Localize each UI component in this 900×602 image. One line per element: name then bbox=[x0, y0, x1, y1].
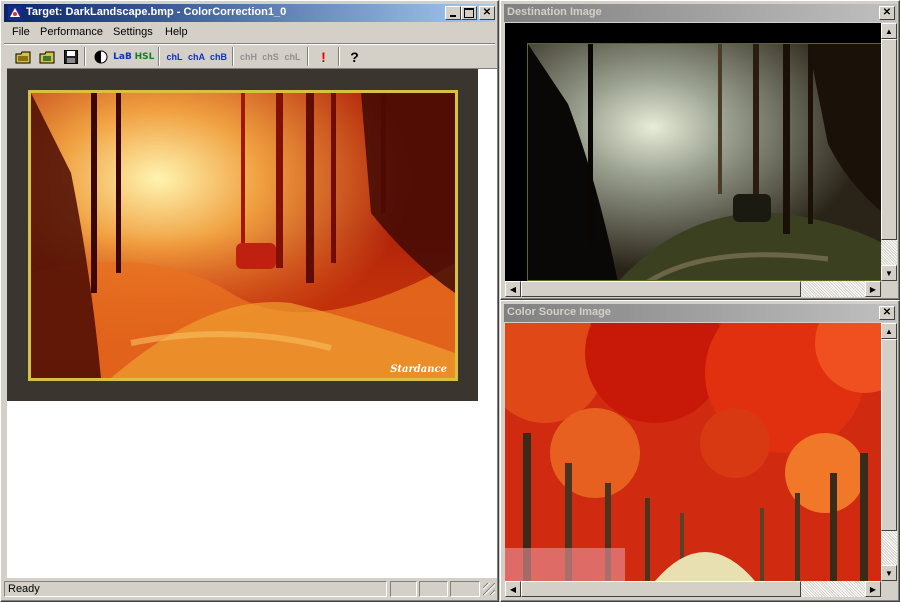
open-image-icon bbox=[39, 51, 54, 63]
forest-landscape-image bbox=[31, 93, 455, 378]
destination-close-button[interactable]: ✕ bbox=[879, 6, 895, 20]
toolbar: LaB HSL chL chA chB chH chS chL ! ? bbox=[4, 43, 495, 67]
scroll-thumb[interactable] bbox=[881, 39, 897, 240]
source-image-area[interactable] bbox=[505, 323, 881, 581]
scroll-right-arrow-icon[interactable]: ▶ bbox=[865, 581, 881, 597]
channel-h-button[interactable]: chH bbox=[238, 46, 259, 67]
scroll-corner bbox=[881, 581, 897, 597]
lab-button[interactable]: LaB bbox=[112, 46, 133, 67]
color-source-window: Color Source Image ✕ ▲ ▼ ◀ ▶ bbox=[500, 300, 900, 602]
scroll-left-arrow-icon[interactable]: ◀ bbox=[505, 581, 521, 597]
dark-forest-image bbox=[528, 44, 881, 280]
status-panel-4 bbox=[450, 581, 480, 597]
main-window: Target: DarkLandscape.bmp - ColorCorrect… bbox=[0, 0, 499, 602]
contrast-button[interactable] bbox=[90, 46, 111, 67]
floppy-disk-icon bbox=[63, 49, 78, 64]
maximize-button[interactable] bbox=[461, 6, 477, 20]
channel-l2-button[interactable]: chL bbox=[282, 46, 303, 67]
save-button[interactable] bbox=[60, 46, 81, 67]
app-icon[interactable] bbox=[7, 5, 23, 21]
scroll-down-arrow-icon[interactable]: ▼ bbox=[881, 265, 897, 281]
maximize-icon bbox=[464, 8, 474, 18]
scroll-left-arrow-icon[interactable]: ◀ bbox=[505, 281, 521, 297]
scroll-up-arrow-icon[interactable]: ▲ bbox=[881, 323, 897, 339]
toolbar-separator bbox=[84, 47, 86, 66]
scroll-thumb[interactable] bbox=[521, 281, 801, 297]
menu-file[interactable]: File bbox=[7, 23, 35, 41]
help-button[interactable]: ? bbox=[344, 46, 365, 67]
menu-bar: File Performance Settings Help bbox=[4, 23, 495, 42]
close-button[interactable]: ✕ bbox=[479, 6, 495, 20]
execute-button[interactable]: ! bbox=[313, 46, 334, 67]
watermark-text: Stardance bbox=[390, 364, 447, 375]
close-icon: ✕ bbox=[882, 7, 892, 18]
destination-horizontal-scrollbar[interactable]: ◀ ▶ bbox=[505, 281, 881, 297]
toolbar-separator bbox=[307, 47, 309, 66]
scroll-up-arrow-icon[interactable]: ▲ bbox=[881, 23, 897, 39]
minimize-icon bbox=[450, 15, 456, 17]
scroll-thumb[interactable] bbox=[881, 339, 897, 531]
status-text: Ready bbox=[8, 583, 40, 595]
destination-title: Destination Image bbox=[507, 6, 602, 18]
autumn-trees-image bbox=[505, 323, 881, 581]
close-icon: ✕ bbox=[482, 7, 492, 18]
destination-vertical-scrollbar[interactable]: ▲ ▼ bbox=[881, 23, 897, 281]
status-panel-main: Ready bbox=[4, 581, 387, 597]
destination-title-bar[interactable]: Destination Image ✕ bbox=[504, 4, 897, 22]
source-close-button[interactable]: ✕ bbox=[879, 306, 895, 320]
scroll-down-arrow-icon[interactable]: ▼ bbox=[881, 565, 897, 581]
status-panel-2 bbox=[390, 581, 417, 597]
toolbar-separator bbox=[158, 47, 160, 66]
open-source-button[interactable] bbox=[36, 46, 57, 67]
contrast-icon bbox=[94, 50, 107, 63]
target-image-canvas[interactable]: Stardance bbox=[7, 69, 478, 401]
toolbar-separator bbox=[338, 47, 340, 66]
close-icon: ✕ bbox=[882, 307, 892, 318]
open-target-button[interactable] bbox=[12, 46, 33, 67]
resize-grip-icon[interactable] bbox=[483, 583, 495, 595]
scroll-corner bbox=[881, 281, 897, 297]
status-bar: Ready bbox=[4, 579, 497, 599]
scroll-right-arrow-icon[interactable]: ▶ bbox=[865, 281, 881, 297]
menu-help[interactable]: Help bbox=[160, 23, 193, 41]
channel-l-button[interactable]: chL bbox=[164, 46, 185, 67]
scroll-thumb[interactable] bbox=[521, 581, 801, 597]
destination-image-area[interactable] bbox=[505, 23, 881, 281]
source-vertical-scrollbar[interactable]: ▲ ▼ bbox=[881, 323, 897, 581]
source-title-bar[interactable]: Color Source Image ✕ bbox=[504, 304, 897, 322]
hsl-button[interactable]: HSL bbox=[134, 46, 155, 67]
main-window-title: Target: DarkLandscape.bmp - ColorCorrect… bbox=[26, 6, 287, 18]
menu-settings[interactable]: Settings bbox=[108, 23, 158, 41]
target-image: Stardance bbox=[28, 90, 458, 381]
menu-performance[interactable]: Performance bbox=[35, 23, 108, 41]
main-client-area: Stardance bbox=[7, 68, 497, 578]
main-title-bar[interactable]: Target: DarkLandscape.bmp - ColorCorrect… bbox=[4, 4, 495, 22]
channel-b-button[interactable]: chB bbox=[208, 46, 229, 67]
source-horizontal-scrollbar[interactable]: ◀ ▶ bbox=[505, 581, 881, 597]
destination-window: Destination Image ✕ ▲ ▼ ◀ ▶ bbox=[500, 0, 900, 300]
channel-a-button[interactable]: chA bbox=[186, 46, 207, 67]
channel-s-button[interactable]: chS bbox=[260, 46, 281, 67]
open-folder-icon bbox=[15, 51, 30, 63]
minimize-button[interactable] bbox=[445, 6, 461, 20]
status-panel-3 bbox=[419, 581, 448, 597]
toolbar-separator bbox=[232, 47, 234, 66]
source-title: Color Source Image bbox=[507, 306, 611, 318]
destination-image bbox=[527, 43, 881, 281]
